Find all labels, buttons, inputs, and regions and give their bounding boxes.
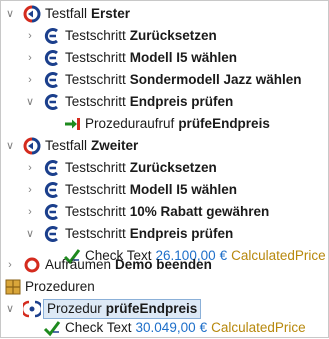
expand-chevron-icon[interactable]: › [5, 254, 15, 276]
tree-node-label: Testschritt Endpreis prüfen [65, 94, 234, 109]
tree-node-label: Testschritt Endpreis prüfen [65, 226, 234, 241]
expand-chevron-icon[interactable]: › [25, 179, 35, 201]
tree-node-label: Prozeduraufruf prüfeEndpreis [85, 116, 270, 131]
tree-node-label: Check Text 30.049,00 € CalculatedPrice [65, 320, 306, 335]
tree-node-label: Testschritt Modell I5 wählen [65, 182, 238, 197]
tree-node-label: Testschritt Sondermodell Jazz wählen [65, 72, 302, 87]
tree-node-check-text[interactable]: Check Text 30.049,00 € CalculatedPrice [1, 317, 321, 339]
check-icon [43, 321, 61, 337]
tree-node-testschritt[interactable]: › Testschritt Modell I5 wählen [1, 179, 321, 201]
test-tree: ∨ Testfall Erster › Testschritt Zurücksetz… [0, 0, 329, 338]
teststep-icon [44, 182, 58, 198]
teststep-icon [44, 72, 58, 88]
teststep-icon [44, 28, 58, 44]
tree-node-label: Testschritt Zurücksetzen [65, 160, 217, 175]
tree-node-label: Prozeduren [25, 279, 95, 294]
expand-chevron-icon[interactable]: › [25, 69, 35, 91]
procedure-call-icon [65, 118, 80, 130]
tree-node-label: Testfall Erster [45, 6, 131, 21]
tree-node-testschritt[interactable]: ∨ Testschritt Endpreis prüfen [1, 91, 321, 113]
teststep-icon [44, 50, 58, 66]
tree-node-testfall-erster[interactable]: ∨ Testfall Erster [1, 3, 321, 25]
teststep-icon [44, 226, 58, 242]
collapse-chevron-icon[interactable]: ∨ [5, 135, 15, 157]
expand-chevron-icon[interactable]: › [25, 201, 35, 223]
procedure-icon [23, 300, 41, 318]
procedures-package-icon [5, 279, 21, 295]
expand-chevron-icon[interactable]: › [25, 47, 35, 69]
selected-node-label[interactable]: Prozedur prüfeEndpreis [43, 299, 202, 319]
tree-node-testschritt[interactable]: › Testschritt Zurücksetzen [1, 157, 321, 179]
tree-node-aufraeumen[interactable]: › Aufräumen Demo beenden [1, 254, 321, 276]
collapse-chevron-icon[interactable]: ∨ [5, 3, 15, 25]
testcase-icon [23, 137, 41, 155]
collapse-chevron-icon[interactable]: ∨ [25, 223, 35, 245]
tree-node-prozeduraufruf[interactable]: Prozeduraufruf prüfeEndpreis [1, 113, 321, 135]
tree-node-testschritt[interactable]: › Testschritt Zurücksetzen [1, 25, 321, 47]
teststep-icon [44, 160, 58, 176]
expand-chevron-icon[interactable]: › [25, 157, 35, 179]
testcase-icon [23, 5, 41, 23]
tree-node-label: Testfall Zweiter [45, 138, 139, 153]
tree-node-label: Aufräumen Demo beenden [45, 257, 212, 272]
teststep-icon [44, 204, 58, 220]
tree-node-label: Testschritt Modell I5 wählen [65, 50, 238, 65]
tree-node-label: Testschritt 10% Rabatt gewähren [65, 204, 270, 219]
cleanup-icon [24, 257, 40, 273]
tree-node-prozeduren[interactable]: Prozeduren [1, 276, 321, 298]
tree-node-testschritt[interactable]: ∨ Testschritt Endpreis prüfen [1, 223, 321, 245]
tree-node-label: Testschritt Zurücksetzen [65, 28, 217, 43]
tree-node-testschritt[interactable]: › Testschritt Sondermodell Jazz wählen [1, 69, 321, 91]
collapse-chevron-icon[interactable]: ∨ [25, 91, 35, 113]
tree-node-testschritt[interactable]: › Testschritt Modell I5 wählen [1, 47, 321, 69]
tree-node-testfall-zweiter[interactable]: ∨ Testfall Zweiter [1, 135, 321, 157]
expand-chevron-icon[interactable]: › [25, 25, 35, 47]
teststep-icon [44, 94, 58, 110]
tree-node-testschritt[interactable]: › Testschritt 10% Rabatt gewähren [1, 201, 321, 223]
